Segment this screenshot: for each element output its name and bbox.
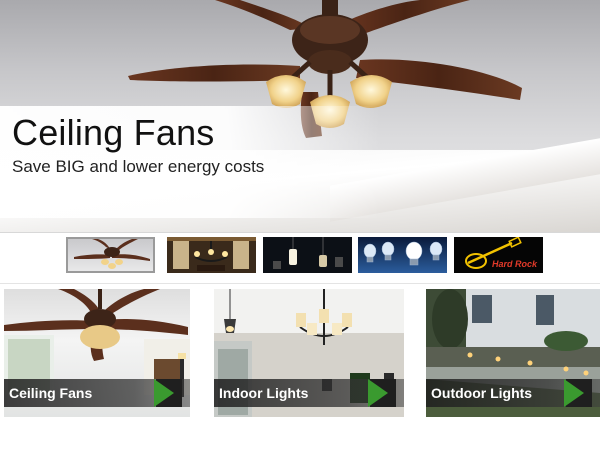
thumbnail-light-bulbs[interactable] bbox=[358, 237, 447, 273]
category-tile-ceiling-fans[interactable]: Ceiling Fans bbox=[4, 289, 190, 417]
category-label: Ceiling Fans bbox=[9, 385, 93, 401]
thumbnail-ceiling-fan[interactable] bbox=[66, 237, 155, 273]
pendant-light-thumb-icon bbox=[273, 237, 343, 269]
arrow-right-icon bbox=[154, 379, 174, 407]
arrow-right-icon bbox=[564, 379, 584, 407]
hard-rock-logo-icon: Hard Rock bbox=[465, 237, 538, 269]
hero-title: Ceiling Fans bbox=[12, 112, 215, 153]
banner-thumbnail-strip: Hard Rock bbox=[66, 237, 546, 277]
category-tile-outdoor-lights[interactable]: Outdoor Lights bbox=[426, 289, 600, 417]
hero-banner[interactable]: Ceiling Fans Save BIG and lower energy c… bbox=[0, 0, 600, 232]
chandelier-thumb-icon bbox=[167, 237, 256, 271]
hard-rock-logo-text: Hard Rock bbox=[492, 259, 538, 269]
thumbnail-chandelier[interactable] bbox=[167, 237, 256, 273]
category-label: Indoor Lights bbox=[219, 385, 309, 401]
hero-subtitle: Save BIG and lower energy costs bbox=[12, 157, 265, 176]
ceiling-fan-thumb-icon bbox=[74, 239, 150, 269]
category-label: Outdoor Lights bbox=[431, 385, 533, 401]
category-tile-indoor-lights[interactable]: Indoor Lights bbox=[214, 289, 404, 417]
divider bbox=[0, 283, 600, 284]
thumbnail-hard-rock-sign[interactable]: Hard Rock bbox=[454, 237, 543, 273]
arrow-right-icon bbox=[368, 379, 388, 407]
divider bbox=[0, 232, 600, 233]
thumbnail-pendant-lights[interactable] bbox=[263, 237, 352, 273]
light-bulb-thumb-icon bbox=[363, 241, 443, 266]
